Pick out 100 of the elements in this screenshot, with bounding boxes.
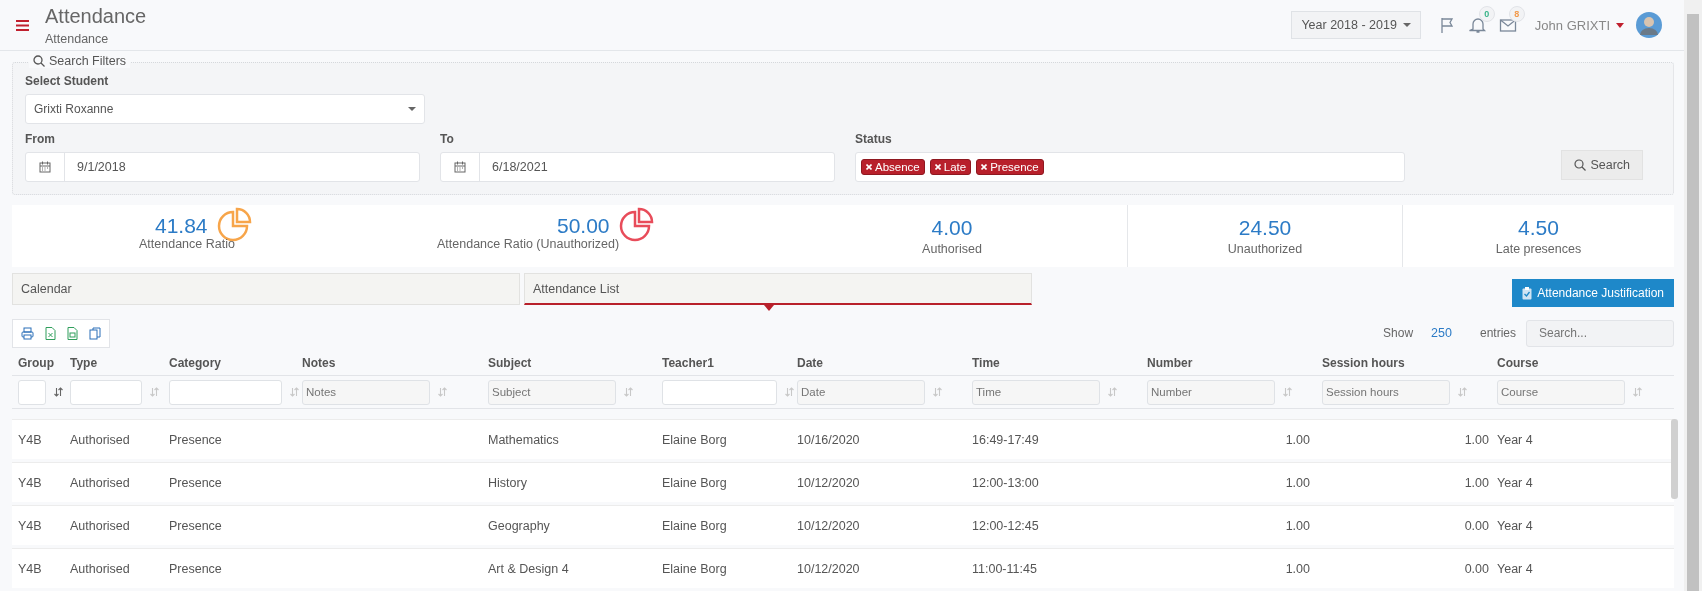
table-cell: Authorised — [70, 432, 130, 447]
column-filter-field[interactable] — [169, 379, 282, 405]
column-header[interactable]: Date — [797, 356, 972, 370]
column-filter-field[interactable]: Time — [972, 379, 1100, 405]
remove-icon[interactable] — [934, 164, 941, 170]
mail-icon[interactable] — [1498, 16, 1517, 34]
calendar-icon — [39, 161, 51, 173]
table-cell: 10/12/2020 — [797, 475, 860, 490]
table-cell: History — [488, 475, 527, 490]
page-scrollbar[interactable] — [1684, 0, 1702, 591]
csv-file-icon[interactable] — [67, 326, 78, 340]
column-header[interactable]: Subject — [488, 356, 662, 370]
column-header[interactable]: Session hours — [1322, 356, 1497, 370]
table-cell: Elaine Borg — [662, 432, 727, 447]
column-filter-field[interactable]: Session hours — [1322, 379, 1450, 405]
column-header[interactable]: Group — [18, 356, 70, 370]
caret-icon[interactable] — [1616, 22, 1624, 28]
column-header[interactable]: Time — [972, 356, 1147, 370]
table-cell: Year 4 — [1497, 518, 1533, 533]
table-cell: 10/12/2020 — [797, 518, 860, 533]
stat-value: 41.84 — [155, 214, 208, 238]
column-header[interactable]: Number — [1147, 356, 1322, 370]
entries-label: entries — [1479, 326, 1516, 340]
remove-icon[interactable] — [981, 164, 988, 170]
justification-button[interactable]: Attendance Justification — [1512, 279, 1674, 307]
count-badge: 0 — [1478, 6, 1495, 22]
status-tag[interactable]: Presence — [976, 159, 1044, 175]
spreadsheet-file-icon[interactable] — [45, 326, 56, 340]
copy-icon[interactable] — [89, 326, 101, 340]
table-scrollbar[interactable] — [1671, 419, 1678, 499]
bell-icon[interactable] — [1468, 16, 1487, 34]
table-cell: Elaine Borg — [662, 475, 727, 490]
to-date-picker[interactable]: 6/18/2021 — [440, 152, 835, 182]
status-tag[interactable]: Late — [929, 159, 972, 175]
menu-icon[interactable] — [16, 19, 29, 31]
field-label: From — [25, 132, 56, 146]
student-select[interactable]: Grixti Roxanne — [25, 94, 425, 124]
table-cell: 0.00 — [1464, 561, 1489, 576]
stat-label: Attendance Ratio — [139, 237, 235, 251]
stat-label: Late presences — [1495, 242, 1582, 256]
column-filter-field[interactable] — [662, 379, 777, 405]
table-cell: Year 4 — [1497, 475, 1533, 490]
table-cell: Year 4 — [1497, 432, 1533, 447]
year-dropdown[interactable]: Year 2018 - 2019 — [1291, 11, 1421, 39]
stat-label: Unauthorized — [1227, 242, 1303, 256]
column-filter-field[interactable]: Number — [1147, 379, 1275, 405]
column-header[interactable]: Teacher1 — [662, 356, 797, 370]
table-cell: 1.00 — [1285, 518, 1310, 533]
section-title: Search Filters — [49, 54, 127, 68]
column-header[interactable]: Notes — [302, 356, 488, 370]
stat-value: 24.50 — [1238, 216, 1292, 240]
table-cell: Authorised — [70, 475, 130, 490]
table-cell: Elaine Borg — [662, 561, 727, 576]
column-filter-field[interactable] — [70, 379, 142, 405]
field-label: To — [440, 132, 455, 146]
column-filter-field[interactable]: Date — [797, 379, 925, 405]
table-cell: Presence — [169, 432, 222, 447]
count-badge: 8 — [1508, 6, 1525, 22]
table-cell: Y4B — [18, 432, 42, 447]
table-cell: 1.00 — [1285, 475, 1310, 490]
table-cell: 1.00 — [1285, 432, 1310, 447]
table-cell: Presence — [169, 475, 222, 490]
column-filter-field[interactable]: Course — [1497, 379, 1625, 405]
clipboard-icon — [1522, 286, 1533, 300]
column-header[interactable]: Course — [1497, 356, 1647, 370]
column-filter-field[interactable]: Subject — [488, 379, 616, 405]
table-cell: 1.00 — [1464, 475, 1489, 490]
table-cell: Y4B — [18, 475, 42, 490]
status-tag[interactable]: Absence — [861, 159, 925, 175]
table-cell: 1.00 — [1464, 432, 1489, 447]
column-filter-field[interactable]: Notes — [302, 379, 430, 405]
column-header[interactable]: Category — [169, 356, 302, 370]
search-icon — [33, 55, 45, 67]
search-button[interactable]: Search — [1561, 150, 1643, 180]
table-cell: 1.00 — [1285, 561, 1310, 576]
table-cell: Presence — [169, 518, 222, 533]
table-cell: Elaine Borg — [662, 518, 727, 533]
from-date-picker[interactable]: 9/1/2018 — [25, 152, 420, 182]
search-field[interactable]: Search... — [1526, 319, 1674, 347]
breadcrumb: Attendance — [45, 31, 110, 46]
table-cell: 11:00-11:45 — [972, 561, 1037, 576]
avatar[interactable] — [1636, 12, 1662, 38]
table-cell: 12:00-12:45 — [972, 518, 1039, 533]
tab[interactable]: Attendance List — [524, 273, 1032, 305]
tab[interactable]: Calendar — [12, 273, 520, 305]
table-cell: Geography — [488, 518, 550, 533]
entries-count[interactable]: 250 — [1431, 326, 1452, 340]
column-filter-field[interactable] — [18, 379, 46, 405]
table-cell: Y4B — [18, 518, 42, 533]
status-tag-field[interactable]: Absence Late Presence — [855, 152, 1405, 182]
table-cell: 12:00-13:00 — [972, 475, 1039, 490]
tab-pointer-icon — [764, 305, 774, 311]
sort-icon[interactable] — [54, 387, 63, 397]
print-icon[interactable] — [21, 326, 34, 340]
column-header[interactable]: Type — [70, 356, 169, 370]
table-cell: Art & Design 4 — [488, 561, 569, 576]
table-cell: 16:49-17:49 — [972, 432, 1039, 447]
stat-value: 50.00 — [557, 214, 610, 238]
table-cell: Mathematics — [488, 432, 559, 447]
remove-icon[interactable] — [866, 164, 872, 170]
